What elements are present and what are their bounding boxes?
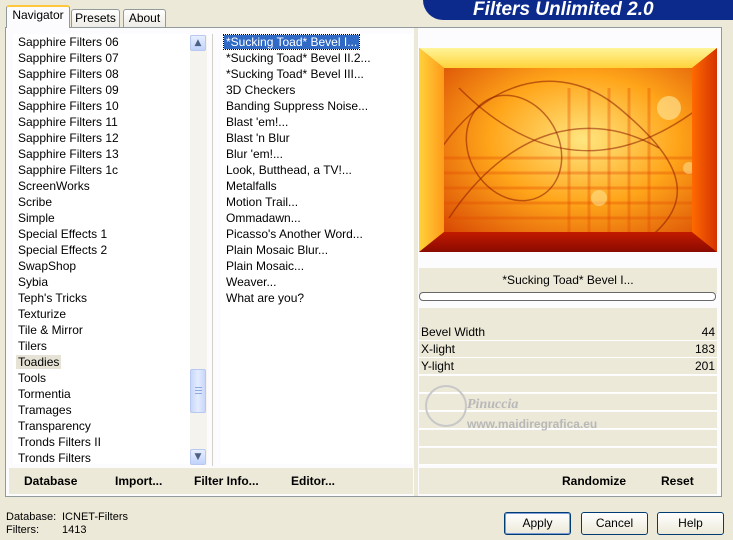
param-label: Bevel Width [421, 325, 486, 339]
category-item[interactable]: Tormentia [13, 386, 190, 402]
watermark-logo-icon [425, 385, 467, 427]
category-item[interactable]: Tools [13, 370, 190, 386]
filter-item[interactable]: Blast 'n Blur [221, 130, 413, 146]
category-item[interactable]: Sapphire Filters 09 [13, 82, 190, 98]
filter-item[interactable]: Metalfalls [221, 178, 413, 194]
right-toolbar: Randomize Reset [419, 468, 717, 494]
category-item[interactable]: Special Effects 1 [13, 226, 190, 242]
tab-about[interactable]: About [123, 9, 166, 27]
category-item[interactable]: Sapphire Filters 1c [13, 162, 190, 178]
category-item[interactable]: Tile & Mirror [13, 322, 190, 338]
filter-list[interactable]: *Sucking Toad* Bevel I... *Sucking Toad*… [221, 34, 413, 464]
category-item[interactable]: Tronds Filters [13, 450, 190, 466]
filter-item[interactable]: Plain Mosaic Blur... [221, 242, 413, 258]
watermark: Pinuccia www.maidiregrafica.eu [425, 383, 635, 443]
left-toolbar: Database Import... Filter Info... Editor… [9, 468, 413, 494]
filter-item-selected[interactable]: *Sucking Toad* Bevel I... [221, 34, 413, 50]
category-item[interactable]: Teph's Tricks [13, 290, 190, 306]
filter-name-bar: *Sucking Toad* Bevel I... [419, 268, 717, 294]
param-value[interactable]: 183 [695, 341, 715, 357]
watermark-line2: www.maidiregrafica.eu [467, 417, 598, 431]
category-item[interactable]: Simple [13, 210, 190, 226]
category-item[interactable]: Sapphire Filters 10 [13, 98, 190, 114]
filter-name: *Sucking Toad* Bevel I... [502, 273, 634, 287]
category-item[interactable]: Tronds Filters II [13, 434, 190, 450]
apply-button[interactable]: Apply [504, 512, 571, 535]
filter-item[interactable]: Picasso's Another Word... [221, 226, 413, 242]
category-item[interactable]: Sapphire Filters 11 [13, 114, 190, 130]
filter-info-button[interactable]: Filter Info... [194, 468, 259, 494]
filter-item[interactable]: Plain Mosaic... [221, 258, 413, 274]
category-scrollbar[interactable]: ▲ ▼ [190, 35, 207, 465]
filter-item[interactable]: What are you? [221, 290, 413, 306]
status-database-label: Database: [6, 511, 57, 523]
filter-item[interactable]: Motion Trail... [221, 194, 413, 210]
filter-item[interactable]: Blur 'em!... [221, 146, 413, 162]
param-bevel-width[interactable]: Bevel Width 44 [419, 324, 717, 340]
database-button[interactable]: Database [24, 468, 77, 494]
app-title: Filters Unlimited 2.0 [473, 0, 654, 20]
filter-item[interactable]: Weaver... [221, 274, 413, 290]
param-value[interactable]: 201 [695, 358, 715, 374]
filter-item[interactable]: *Sucking Toad* Bevel II.2... [221, 50, 413, 66]
cancel-button[interactable]: Cancel [581, 512, 648, 535]
filter-item[interactable]: *Sucking Toad* Bevel III... [221, 66, 413, 82]
list-divider [212, 34, 213, 466]
category-item[interactable]: Sapphire Filters 07 [13, 50, 190, 66]
import-button[interactable]: Import... [115, 468, 162, 494]
panel-divider [414, 28, 418, 496]
tab-navigator[interactable]: Navigator [6, 5, 70, 28]
preview-image [419, 48, 717, 252]
scroll-up-button[interactable]: ▲ [190, 35, 206, 51]
category-item[interactable]: Transparency [13, 418, 190, 434]
filter-item[interactable]: Look, Butthead, a TV!... [221, 162, 413, 178]
param-label: Y-light [421, 359, 454, 373]
category-list[interactable]: Sapphire Filters 06 Sapphire Filters 07 … [13, 34, 190, 466]
param-x-light[interactable]: X-light 183 [419, 341, 717, 357]
param-slot [419, 308, 717, 325]
app-title-banner: Filters Unlimited 2.0 [423, 0, 733, 20]
category-item[interactable]: Texturize [13, 306, 190, 322]
randomize-button[interactable]: Randomize [562, 468, 626, 494]
category-item[interactable]: Sapphire Filters 08 [13, 66, 190, 82]
scroll-down-button[interactable]: ▼ [190, 449, 206, 465]
tab-presets[interactable]: Presets [71, 9, 120, 27]
filter-item[interactable]: Blast 'em!... [221, 114, 413, 130]
watermark-line1: Pinuccia [467, 397, 519, 412]
category-item[interactable]: Tramages [13, 402, 190, 418]
help-button[interactable]: Help [657, 512, 724, 535]
filter-item[interactable]: Banding Suppress Noise... [221, 98, 413, 114]
editor-button[interactable]: Editor... [291, 468, 335, 494]
status-database-value: ICNET-Filters [62, 511, 128, 523]
category-item[interactable]: Sapphire Filters 06 [13, 34, 190, 50]
category-item[interactable]: Scribe [13, 194, 190, 210]
progress-bar [419, 292, 716, 301]
status-filters-label: Filters: [6, 524, 39, 536]
filter-item[interactable]: 3D Checkers [221, 82, 413, 98]
param-y-light[interactable]: Y-light 201 [419, 358, 717, 374]
param-value[interactable]: 44 [702, 324, 715, 340]
category-item[interactable]: SwapShop [13, 258, 190, 274]
filter-item[interactable]: Ommadawn... [221, 210, 413, 226]
status-filters-value: 1413 [62, 524, 87, 536]
category-item[interactable]: Sapphire Filters 12 [13, 130, 190, 146]
category-item[interactable]: Sapphire Filters 13 [13, 146, 190, 162]
scroll-thumb[interactable] [190, 369, 206, 413]
category-item[interactable]: Special Effects 2 [13, 242, 190, 258]
category-item-selected[interactable]: Toadies [13, 354, 190, 370]
param-label: X-light [421, 342, 456, 356]
category-item[interactable]: ScreenWorks [13, 178, 190, 194]
reset-button[interactable]: Reset [661, 468, 694, 494]
category-item[interactable]: Tilers [13, 338, 190, 354]
param-slot [419, 448, 717, 465]
category-item[interactable]: Sybia [13, 274, 190, 290]
